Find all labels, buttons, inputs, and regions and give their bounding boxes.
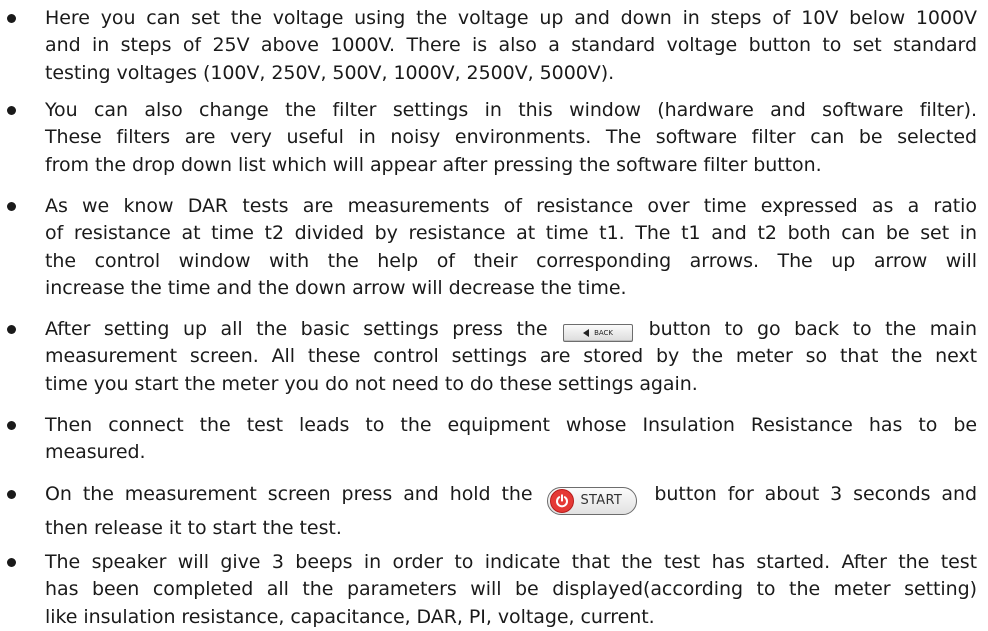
text-line: Here you can set the voltage using the v… [45, 7, 977, 29]
text-fragment: After setting up all the basic settings … [45, 318, 548, 340]
text-line: You can also change the filter settings … [45, 99, 977, 121]
text-line: These filters are very useful in noisy e… [45, 126, 977, 149]
text-line: increase the time and the down arrow wil… [45, 276, 627, 299]
bullet-icon [7, 490, 16, 499]
text-line: testing voltages (100V, 250V, 500V, 1000… [45, 61, 615, 84]
text-line: Then connect the test leads to the equip… [45, 414, 977, 436]
list-item-text: You can also change the filter settings … [45, 97, 977, 179]
power-icon-glyph [556, 494, 569, 508]
power-icon [550, 489, 575, 513]
text-fragment: On the measurement screen press and hold… [45, 483, 533, 505]
bullet-icon [7, 106, 16, 115]
text-line: The speaker will give 3 beeps in order t… [45, 551, 977, 573]
back-button-image: BACK [563, 324, 634, 342]
left-arrow-icon [583, 329, 590, 337]
bullet-icon [7, 202, 16, 211]
list-item-text: Here you can set the voltage using the v… [45, 5, 977, 87]
text-line: the control window with the help of thei… [45, 249, 977, 272]
text-line: After setting up all the basic settings … [45, 316, 977, 343]
bullet-icon [7, 421, 16, 430]
start-button-image: START [547, 487, 638, 515]
text-line: As we know DAR tests are measurements of… [45, 195, 977, 217]
bullet-icon [7, 325, 16, 334]
text-fragment: button to go back to the main [648, 318, 977, 340]
text-line: from the drop down list which will appea… [45, 153, 822, 176]
text-line: of resistance at time t2 divided by resi… [45, 222, 977, 245]
text-line: then release it to start the test. [45, 517, 342, 539]
list-item-text: As we know DAR tests are measurements of… [45, 193, 977, 302]
text-fragment: button for about 3 seconds and [654, 483, 977, 505]
start-button-label: START [580, 493, 623, 509]
text-line: and in steps of 25V above 1000V. There i… [45, 34, 977, 57]
list-item-text: On the measurement screen press and hold… [45, 481, 977, 542]
bullet-icon [7, 14, 16, 23]
list-item-text: The speaker will give 3 beeps in order t… [45, 549, 977, 631]
text-line: measured. [45, 441, 146, 464]
bullet-icon [7, 558, 16, 567]
back-button-label: BACK [594, 328, 613, 337]
text-line: time you start the meter you do not need… [45, 372, 698, 395]
list-item-text: After setting up all the basic settings … [45, 316, 977, 398]
text-line: On the measurement screen press and hold… [45, 481, 977, 515]
text-line: measurement screen. All these control se… [45, 345, 977, 368]
list-item-text: Then connect the test leads to the equip… [45, 412, 977, 467]
text-line: has been completed all the parameters wi… [45, 578, 977, 601]
text-line: like insulation resistance, capacitance,… [45, 605, 655, 628]
